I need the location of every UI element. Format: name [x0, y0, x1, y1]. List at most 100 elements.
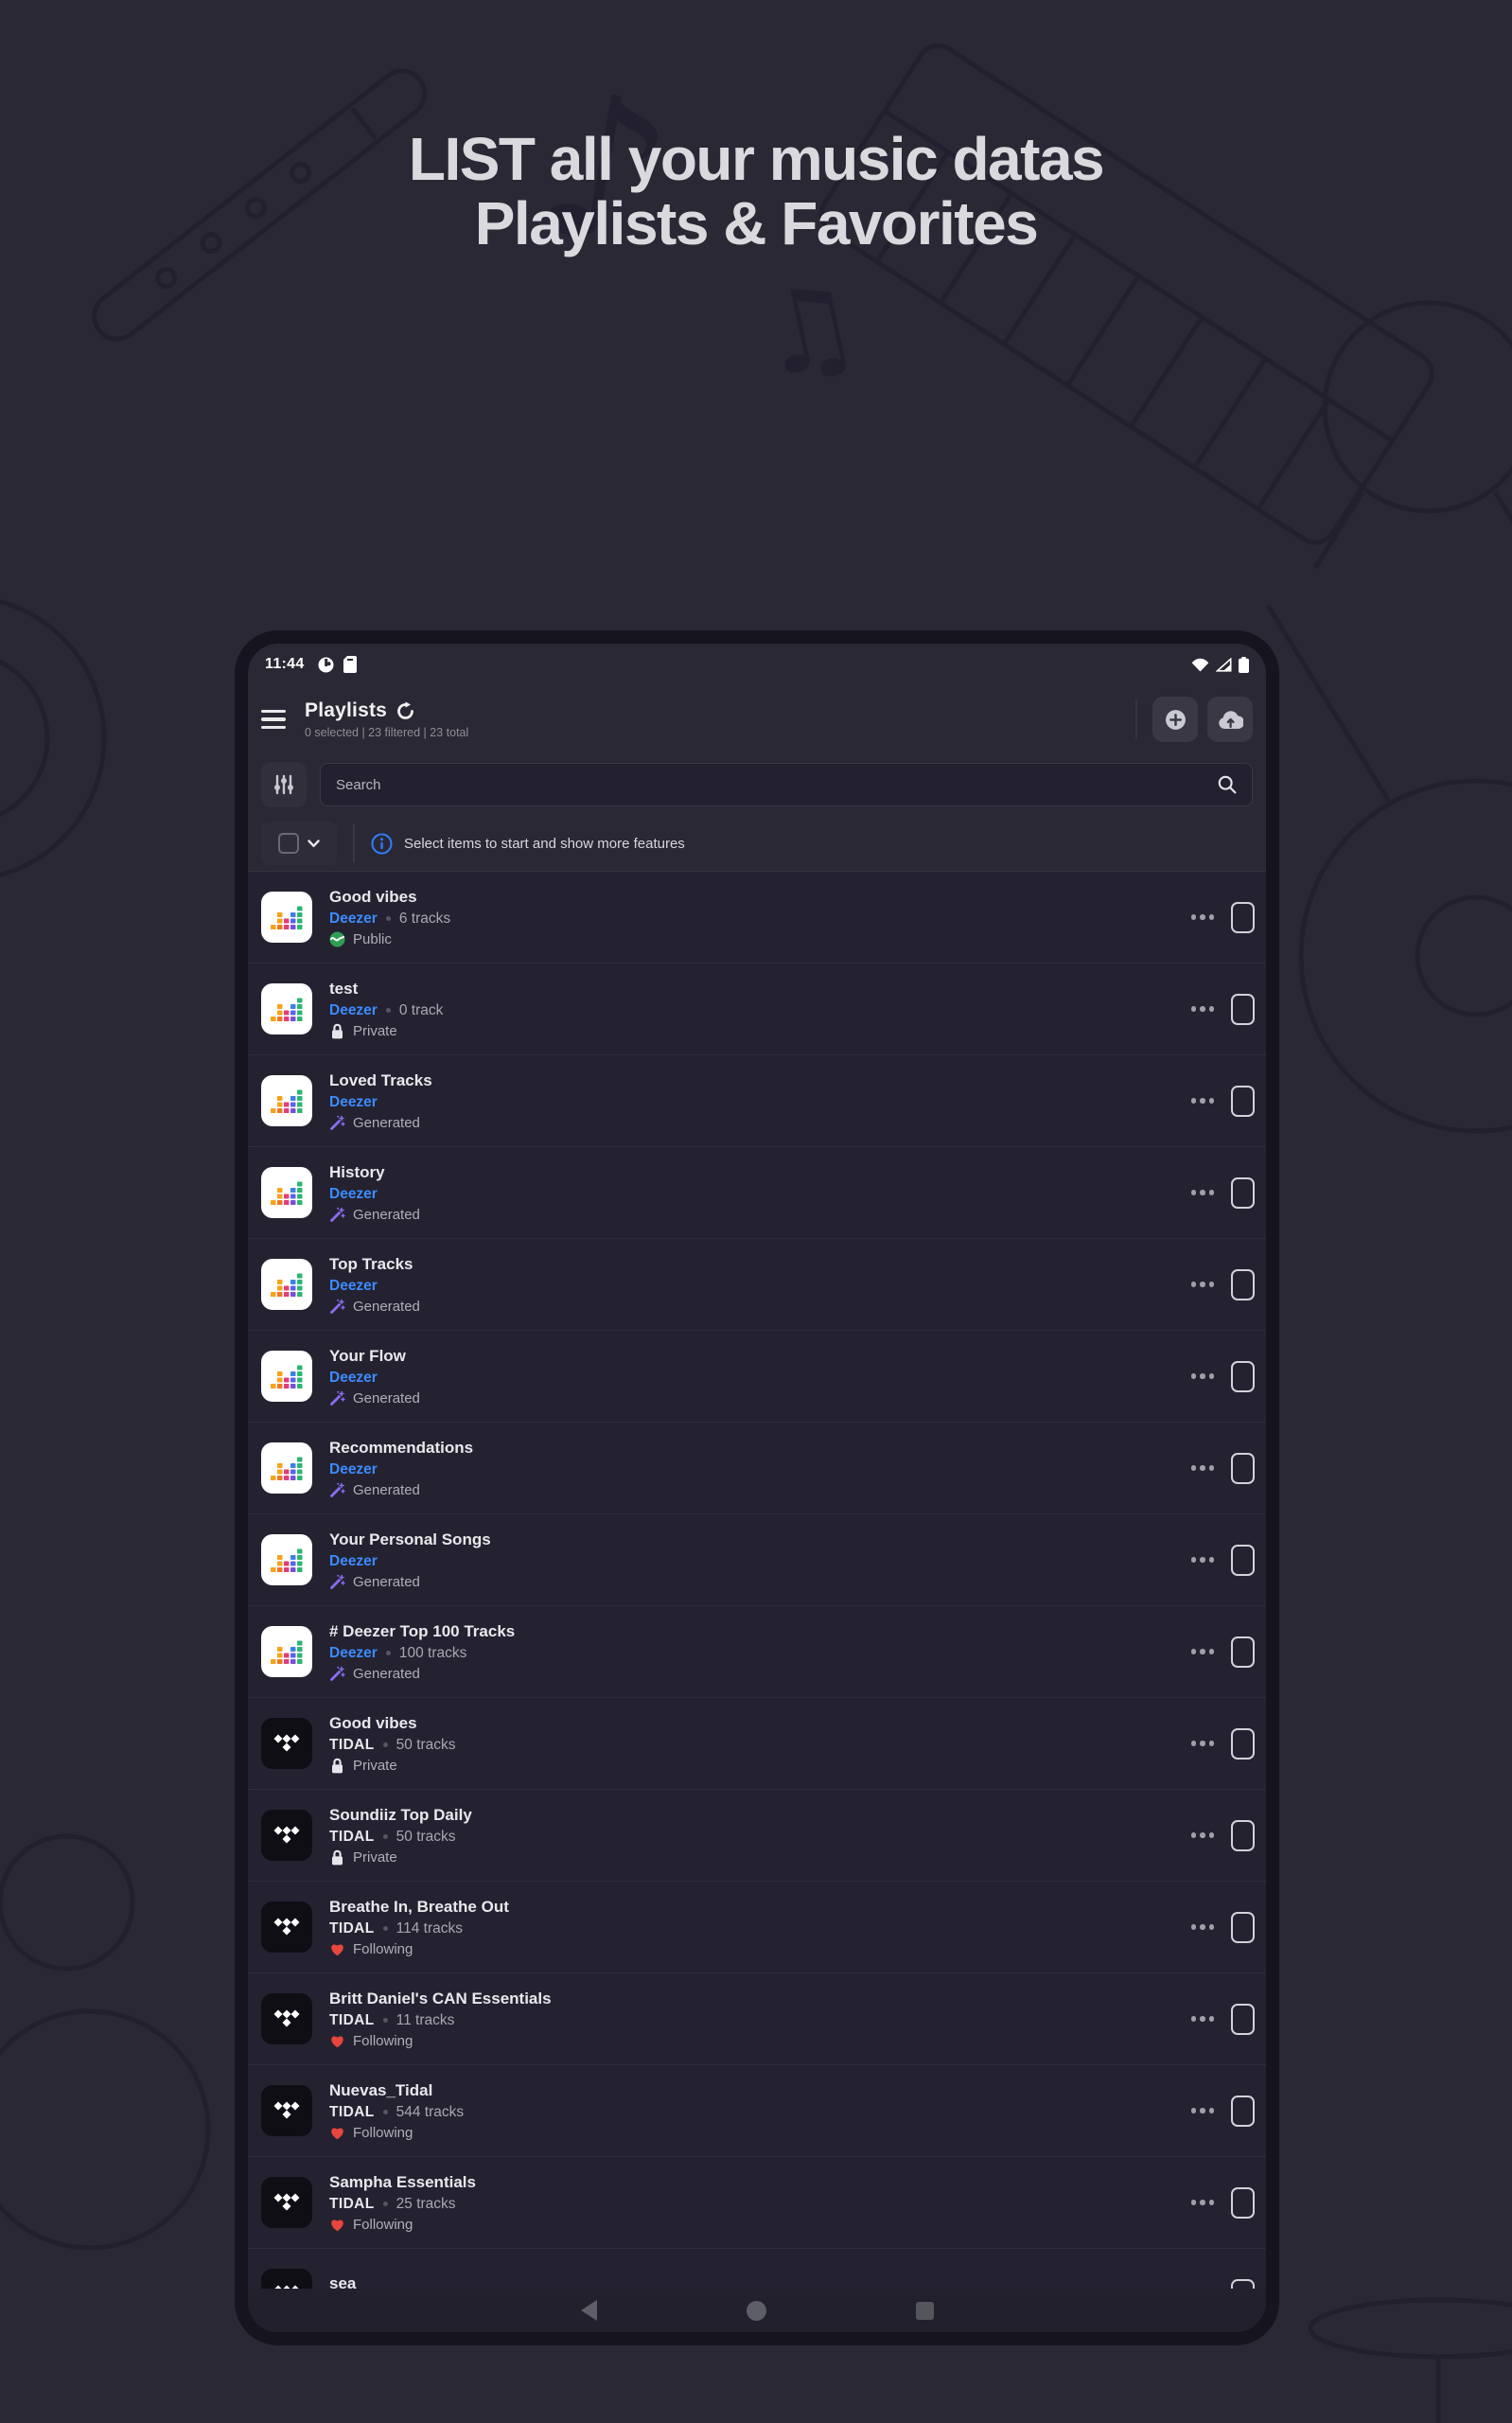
more-options-button[interactable] [1189, 1733, 1217, 1754]
playlist-meta: TIDAL 544 tracks [329, 2104, 1180, 2121]
playlist-info: Your Personal Songs Deezer [329, 1530, 1180, 1590]
private-lock-icon [329, 1023, 345, 1039]
playlist-row[interactable]: test Deezer 0 track [248, 964, 1266, 1055]
tidal-logo-icon [272, 1824, 302, 1848]
more-options-button[interactable] [1189, 907, 1217, 928]
home-icon[interactable] [747, 2301, 766, 2321]
search-input[interactable] [336, 777, 1218, 793]
playlist-name: Soundiiz Top Daily [329, 1806, 1180, 1825]
playlist-row[interactable]: Loved Tracks Deezer [248, 1055, 1266, 1147]
row-checkbox[interactable] [1231, 1269, 1255, 1300]
app-screen: 11:44 [248, 644, 1266, 2332]
clock-text: 11:44 [265, 656, 305, 673]
row-checkbox[interactable] [1231, 1820, 1255, 1851]
select-all-dropdown[interactable] [261, 822, 337, 865]
row-checkbox[interactable] [1231, 2279, 1255, 2290]
row-checkbox[interactable] [1231, 1636, 1255, 1668]
playlist-row[interactable]: History Deezer [248, 1147, 1266, 1239]
playlist-info: Britt Daniel's CAN Essentials TIDAL 11 t… [329, 1990, 1180, 2049]
row-checkbox[interactable] [1231, 2004, 1255, 2035]
playlist-info: Good vibes TIDAL 50 tracks [329, 1714, 1180, 1774]
provider-name-link[interactable]: TIDAL [329, 1829, 375, 1846]
playlist-row[interactable]: Good vibes TIDAL 50 tracks [248, 1698, 1266, 1790]
provider-name-link[interactable]: Deezer [329, 1186, 378, 1203]
more-options-button[interactable] [1189, 1641, 1217, 1662]
playlist-meta: TIDAL 50 tracks [329, 1829, 1180, 1846]
row-checkbox[interactable] [1231, 2187, 1255, 2219]
playlist-row[interactable]: Good vibes Deezer 6 tracks [248, 872, 1266, 964]
provider-name-link[interactable]: Deezer [329, 1278, 378, 1295]
back-icon[interactable] [581, 2300, 597, 2321]
info-icon [371, 833, 393, 855]
more-options-button[interactable] [1189, 2008, 1217, 2029]
status-label: Private [353, 1758, 397, 1774]
more-options-button[interactable] [1189, 1274, 1217, 1295]
svg-text:♫: ♫ [745, 256, 871, 405]
row-checkbox[interactable] [1231, 1086, 1255, 1117]
provider-name-link[interactable]: Deezer [329, 1461, 378, 1478]
provider-name-link[interactable]: Deezer [329, 1370, 378, 1387]
bullet-separator [386, 1008, 391, 1013]
row-checkbox[interactable] [1231, 1728, 1255, 1760]
playlist-row[interactable]: Britt Daniel's CAN Essentials TIDAL 11 t… [248, 1973, 1266, 2065]
playlist-row[interactable]: Recommendations Deezer [248, 1423, 1266, 1514]
provider-name-link[interactable]: TIDAL [329, 1737, 375, 1754]
more-options-button[interactable] [1189, 2192, 1217, 2213]
playlist-info: Your Flow Deezer [329, 1347, 1180, 1406]
more-options-button[interactable] [1189, 2100, 1217, 2121]
row-checkbox[interactable] [1231, 1361, 1255, 1392]
row-checkbox[interactable] [1231, 1912, 1255, 1943]
more-options-button[interactable] [1189, 1090, 1217, 1111]
status-label: Following [353, 2125, 413, 2141]
playlist-meta: Deezer [329, 1370, 1180, 1387]
cloud-upload-button[interactable] [1207, 697, 1253, 742]
more-options-button[interactable] [1189, 999, 1217, 1019]
playlist-row[interactable]: Sampha Essentials TIDAL 25 tracks [248, 2157, 1266, 2249]
deezer-logo-icon [271, 1272, 303, 1298]
row-checkbox[interactable] [1231, 2096, 1255, 2127]
row-checkbox[interactable] [1231, 1177, 1255, 1209]
row-checkbox[interactable] [1231, 902, 1255, 933]
recents-icon[interactable] [916, 2302, 934, 2320]
search-icon[interactable] [1218, 775, 1237, 794]
select-all-checkbox[interactable] [278, 833, 299, 854]
provider-name-link[interactable]: Deezer [329, 911, 378, 928]
provider-logo [261, 1167, 312, 1218]
more-options-button[interactable] [1189, 1917, 1217, 1937]
playlist-meta: Deezer [329, 1186, 1180, 1203]
more-options-button[interactable] [1189, 1366, 1217, 1387]
provider-logo [261, 2269, 312, 2289]
page-title: Playlists [305, 699, 387, 722]
playlist-row[interactable]: sea TIDAL 26 tracks [248, 2249, 1266, 2289]
playlist-row[interactable]: Nuevas_Tidal TIDAL 544 tracks [248, 2065, 1266, 2157]
provider-name-link[interactable]: Deezer [329, 1094, 378, 1111]
provider-logo [261, 2177, 312, 2228]
playlist-row[interactable]: Top Tracks Deezer [248, 1239, 1266, 1331]
add-playlist-button[interactable] [1152, 697, 1198, 742]
playlist-row[interactable]: Your Flow Deezer [248, 1331, 1266, 1423]
row-checkbox[interactable] [1231, 1545, 1255, 1576]
row-checkbox[interactable] [1231, 1453, 1255, 1484]
provider-name-link[interactable]: Deezer [329, 1645, 378, 1662]
provider-name-link[interactable]: Deezer [329, 1002, 378, 1019]
provider-name-link[interactable]: TIDAL [329, 2012, 375, 2029]
more-options-button[interactable] [1189, 1182, 1217, 1203]
playlist-row[interactable]: # Deezer Top 100 Tracks Deezer 100 track… [248, 1606, 1266, 1698]
cloud-upload-icon [1218, 710, 1243, 730]
more-options-button[interactable] [1189, 1549, 1217, 1570]
row-checkbox[interactable] [1231, 994, 1255, 1025]
provider-name-link[interactable]: TIDAL [329, 1920, 375, 1937]
playlist-row[interactable]: Your Personal Songs Deezer [248, 1514, 1266, 1606]
more-options-button[interactable] [1189, 1825, 1217, 1846]
private-lock-icon [329, 1849, 345, 1866]
playlist-row[interactable]: Breathe In, Breathe Out TIDAL 114 tracks [248, 1882, 1266, 1973]
provider-name-link[interactable]: Deezer [329, 1553, 378, 1570]
menu-icon[interactable] [261, 706, 286, 734]
provider-name-link[interactable]: TIDAL [329, 2196, 375, 2213]
tidal-logo-icon [272, 2007, 302, 2031]
more-options-button[interactable] [1189, 1458, 1217, 1478]
provider-name-link[interactable]: TIDAL [329, 2104, 375, 2121]
filter-button[interactable] [261, 762, 307, 807]
refresh-icon[interactable] [396, 701, 415, 721]
playlist-row[interactable]: Soundiiz Top Daily TIDAL 50 tracks [248, 1790, 1266, 1882]
